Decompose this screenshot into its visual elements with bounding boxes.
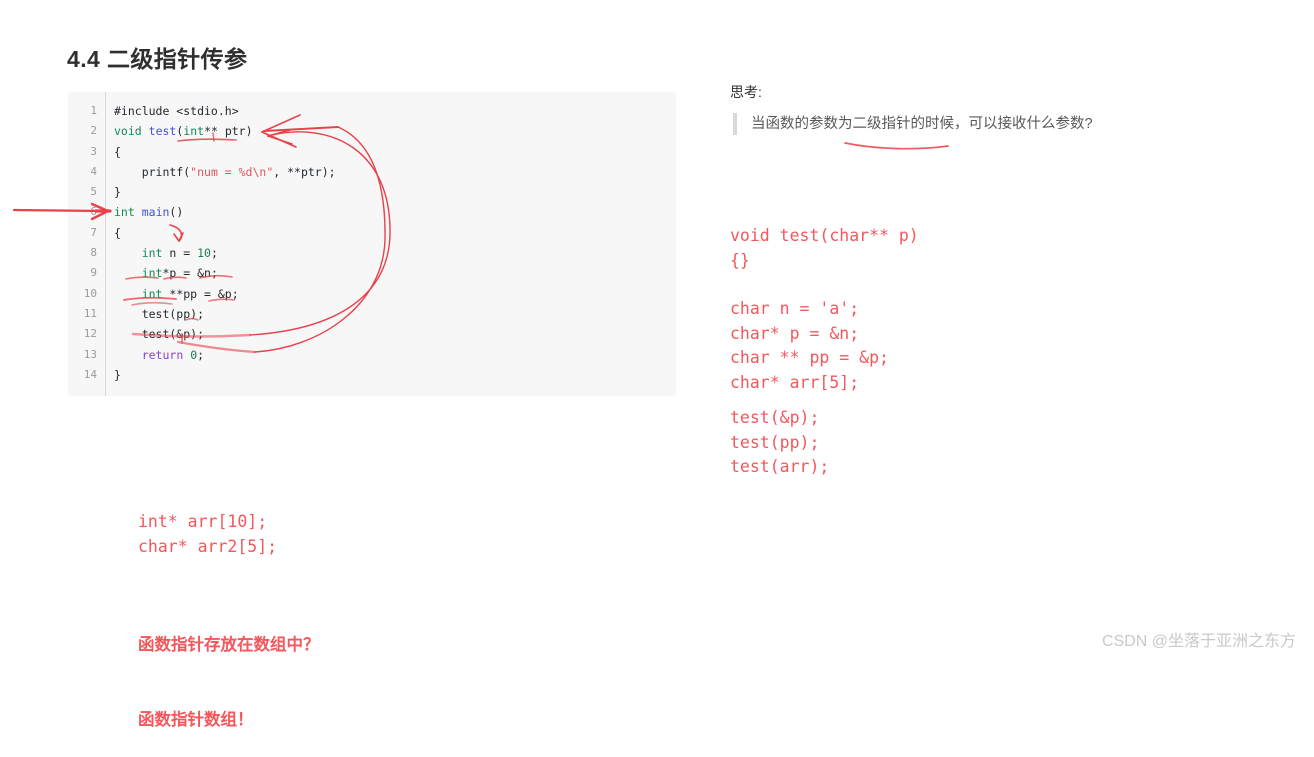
blockquote-bar bbox=[733, 113, 737, 135]
question-text: 当函数的参数为二级指针的时候，可以接收什么参数? bbox=[751, 116, 1093, 132]
line-content: void test(int** ptr) bbox=[114, 124, 253, 139]
line-content: int n = 10; bbox=[141, 246, 218, 261]
line-number: 10 bbox=[83, 286, 97, 300]
line-number: 1 bbox=[90, 104, 97, 117]
right-code-declarations: char n = 'a'; char* p = &n; char ** pp =… bbox=[730, 299, 889, 392]
line-number: 9 bbox=[90, 266, 97, 280]
code-line: 4 printf("num = %d\n", **ptr); bbox=[68, 162, 676, 182]
line-number: 11 bbox=[83, 306, 97, 320]
line-content: } bbox=[114, 367, 121, 382]
code-line: 11 test(pp); bbox=[68, 304, 676, 324]
think-label: 思考: bbox=[730, 84, 762, 100]
right-code-function-signature: void test(char** p) {} bbox=[730, 226, 919, 270]
line-content: } bbox=[114, 185, 121, 200]
line-number: 6 bbox=[90, 205, 97, 219]
underline-question bbox=[844, 142, 949, 150]
line-number: 4 bbox=[90, 164, 97, 178]
code-block: 1 #include <stdio.h> 2 void test(int** p… bbox=[68, 92, 676, 396]
line-number: 5 bbox=[90, 185, 97, 199]
question-blockquote: 当函数的参数为二级指针的时候，可以接收什么参数? bbox=[733, 113, 1093, 135]
code-line: 2 void test(int** ptr) bbox=[68, 121, 676, 141]
code-line: 12 test(&p); bbox=[68, 324, 676, 344]
code-line: 9 int*p = &n; bbox=[68, 263, 676, 283]
line-number: 7 bbox=[90, 225, 97, 239]
line-content: return 0; bbox=[141, 347, 205, 362]
code-line: 3 { bbox=[68, 142, 676, 162]
code-line: 14 } bbox=[68, 365, 676, 385]
line-content: int*p = &n; bbox=[141, 266, 218, 281]
line-number: 8 bbox=[90, 246, 97, 260]
left-note-question-answer: 函数指针存放在数组中？ 函数指针数组！ bbox=[138, 582, 320, 757]
line-content: int **pp = &p; bbox=[141, 286, 239, 301]
line-content: #include <stdio.h> bbox=[114, 104, 239, 118]
line-content: printf("num = %d\n", **ptr); bbox=[114, 164, 336, 179]
line-content: int main() bbox=[114, 205, 184, 220]
right-code-calls: test(&p); test(pp); test(arr); bbox=[730, 408, 830, 476]
code-line: 13 return 0; bbox=[68, 345, 676, 365]
left-note-array-declarations: int* arr[10]; char* arr2[5]; bbox=[138, 512, 278, 556]
code-line: 6 int main() bbox=[68, 202, 676, 222]
line-content: test(&p); bbox=[114, 327, 205, 342]
code-line: 10 int **pp = &p; bbox=[68, 284, 676, 304]
line-number: 13 bbox=[83, 347, 97, 361]
left-note-question: 函数指针存放在数组中？ bbox=[138, 635, 320, 654]
line-content: { bbox=[114, 144, 121, 159]
code-lines: 1 #include <stdio.h> 2 void test(int** p… bbox=[68, 101, 676, 385]
line-number: 3 bbox=[90, 144, 97, 158]
code-line: 7 { bbox=[68, 223, 676, 243]
code-line: 1 #include <stdio.h> bbox=[68, 101, 676, 121]
csdn-watermark: CSDN @坐落于亚洲之东方 bbox=[1101, 633, 1296, 650]
line-content: { bbox=[114, 225, 121, 240]
code-line: 5 } bbox=[68, 182, 676, 202]
line-content: test(pp); bbox=[114, 306, 205, 321]
line-number: 12 bbox=[83, 327, 97, 341]
left-note-answer: 函数指针数组！ bbox=[138, 710, 254, 729]
line-number: 14 bbox=[83, 367, 97, 381]
line-number: 2 bbox=[90, 124, 97, 138]
page-title: 4.4 二级指针传参 bbox=[67, 46, 248, 72]
code-line: 8 int n = 10; bbox=[68, 243, 676, 263]
